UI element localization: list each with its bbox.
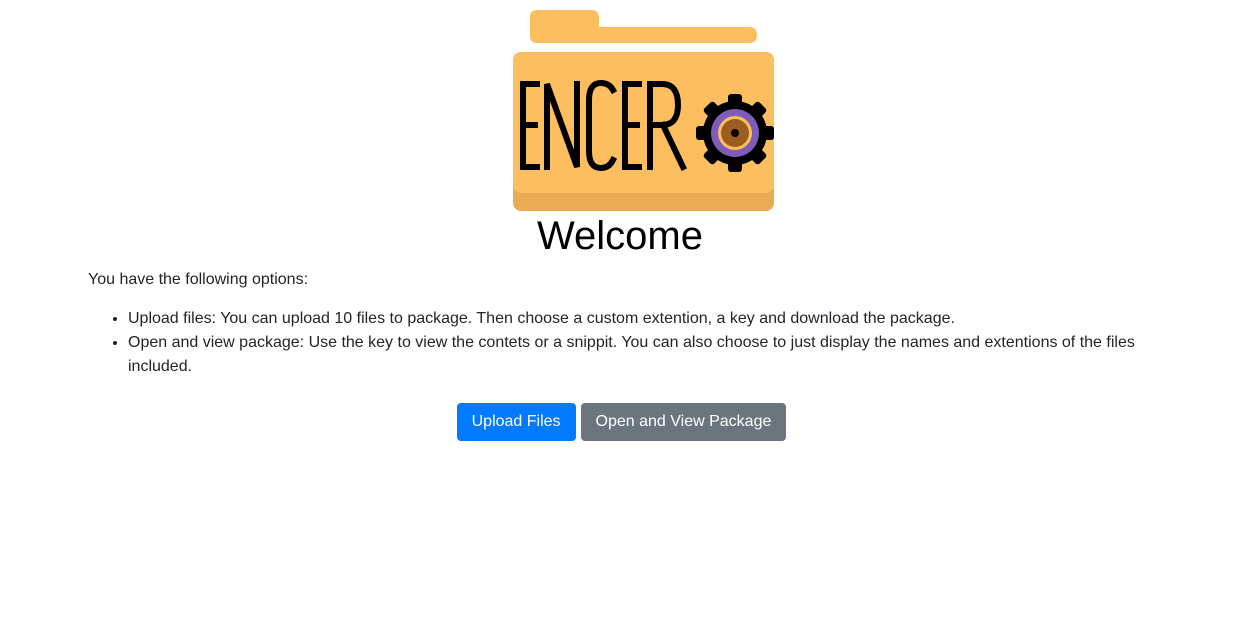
folder-logo-icon (513, 10, 774, 211)
welcome-page: Welcome You have the following options: … (0, 0, 1240, 620)
open-view-package-button[interactable]: Open and View Package (580, 403, 787, 441)
intro-text: You have the following options: (88, 271, 309, 288)
encero-logo (513, 10, 775, 212)
action-buttons: Upload Files Open and View Package (0, 403, 1240, 441)
gear-icon (696, 94, 774, 172)
list-item-open-option: Open and view package: Use the key to vi… (128, 331, 1188, 379)
upload-files-button[interactable]: Upload Files (456, 403, 576, 441)
options-list: Upload files: You can upload 10 files to… (88, 307, 1188, 379)
list-item-upload-option: Upload files: You can upload 10 files to… (128, 307, 1188, 331)
page-title: Welcome (537, 214, 703, 258)
